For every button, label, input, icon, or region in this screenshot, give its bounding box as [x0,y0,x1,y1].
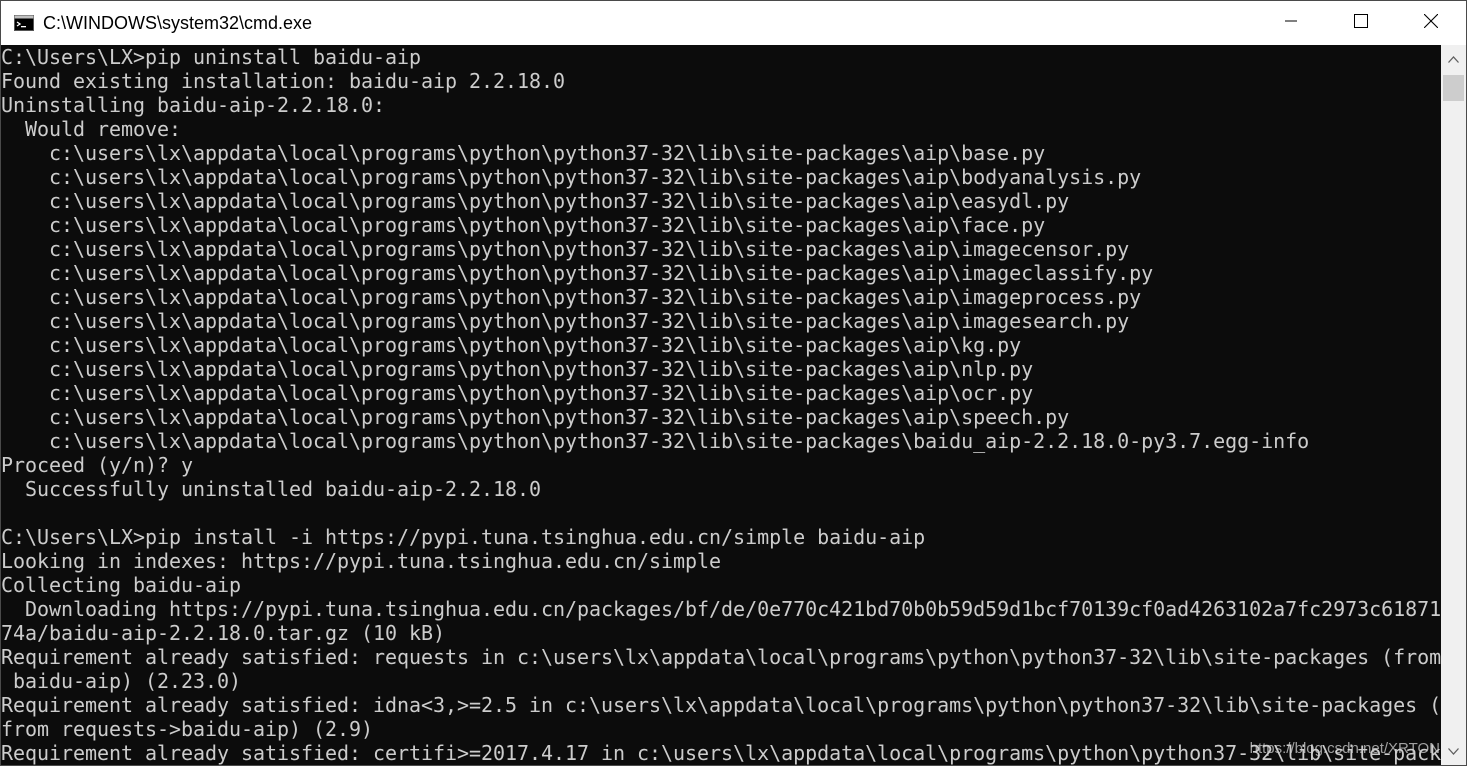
cmd-window: C:\WINDOWS\system32\cmd.exe C:\Users\LX>… [0,0,1467,766]
close-button[interactable] [1396,1,1466,45]
console-line: c:\users\lx\appdata\local\programs\pytho… [1,165,1142,189]
console-line: c:\users\lx\appdata\local\programs\pytho… [1,213,1046,237]
console-line: c:\users\lx\appdata\local\programs\pytho… [1,357,1034,381]
console-line: Found existing installation: baidu-aip 2… [1,69,566,93]
maximize-icon [1354,13,1368,33]
console-line: baidu-aip) (2.23.0) [1,669,242,693]
title-bar[interactable]: C:\WINDOWS\system32\cmd.exe [1,1,1466,45]
console-line: c:\users\lx\appdata\local\programs\pytho… [1,285,1142,309]
console-line: Collecting baidu-aip [1,573,242,597]
scrollbar-thumb[interactable] [1443,75,1464,101]
close-icon [1423,13,1439,33]
minimize-button[interactable] [1256,1,1326,45]
console-line: Requirement already satisfied: idna<3,>=… [1,693,1441,717]
chevron-down-icon [1448,742,1459,760]
console-line: Proceed (y/n)? y [1,453,194,477]
console-line: c:\users\lx\appdata\local\programs\pytho… [1,237,1130,261]
console-line: Uninstalling baidu-aip-2.2.18.0: [1,93,386,117]
console-line: C:\Users\LX>pip install -i https://pypi.… [1,525,926,549]
vertical-scrollbar[interactable] [1441,45,1466,765]
console-line: c:\users\lx\appdata\local\programs\pytho… [1,261,1154,285]
scroll-down-button[interactable] [1441,737,1466,765]
console-output[interactable]: C:\Users\LX>pip uninstall baidu-aip Found… [1,45,1441,765]
console-line: from requests->baidu-aip) (2.9) [1,717,374,741]
console-line: c:\users\lx\appdata\local\programs\pytho… [1,333,1022,357]
console-line: Successfully uninstalled baidu-aip-2.2.1… [1,477,542,501]
console-line: Would remove: [1,117,182,141]
window-controls [1256,1,1466,45]
console-line: Requirement already satisfied: requests … [1,645,1441,669]
console-line: c:\users\lx\appdata\local\programs\pytho… [1,141,1046,165]
watermark-text: https://blog.csdn.net/XRTON [1249,740,1440,757]
console-line: c:\users\lx\appdata\local\programs\pytho… [1,189,1070,213]
console-line: c:\users\lx\appdata\local\programs\pytho… [1,405,1070,429]
console-line: Downloading https://pypi.tuna.tsinghua.e… [1,597,1441,621]
console-line: 74a/baidu-aip-2.2.18.0.tar.gz (10 kB) [1,621,446,645]
console-line: Requirement already satisfied: certifi>=… [1,741,1441,765]
console-line: c:\users\lx\appdata\local\programs\pytho… [1,381,1034,405]
scroll-up-button[interactable] [1441,45,1466,73]
console-line: C:\Users\LX>pip uninstall baidu-aip [1,45,422,69]
cmd-console-icon [13,14,35,32]
console-line: c:\users\lx\appdata\local\programs\pytho… [1,309,1130,333]
minimize-icon [1285,14,1297,32]
maximize-button[interactable] [1326,1,1396,45]
window-title: C:\WINDOWS\system32\cmd.exe [43,12,313,33]
console-line: Looking in indexes: https://pypi.tuna.ts… [1,549,722,573]
chevron-up-icon [1448,50,1459,68]
console-line: c:\users\lx\appdata\local\programs\pytho… [1,429,1310,453]
